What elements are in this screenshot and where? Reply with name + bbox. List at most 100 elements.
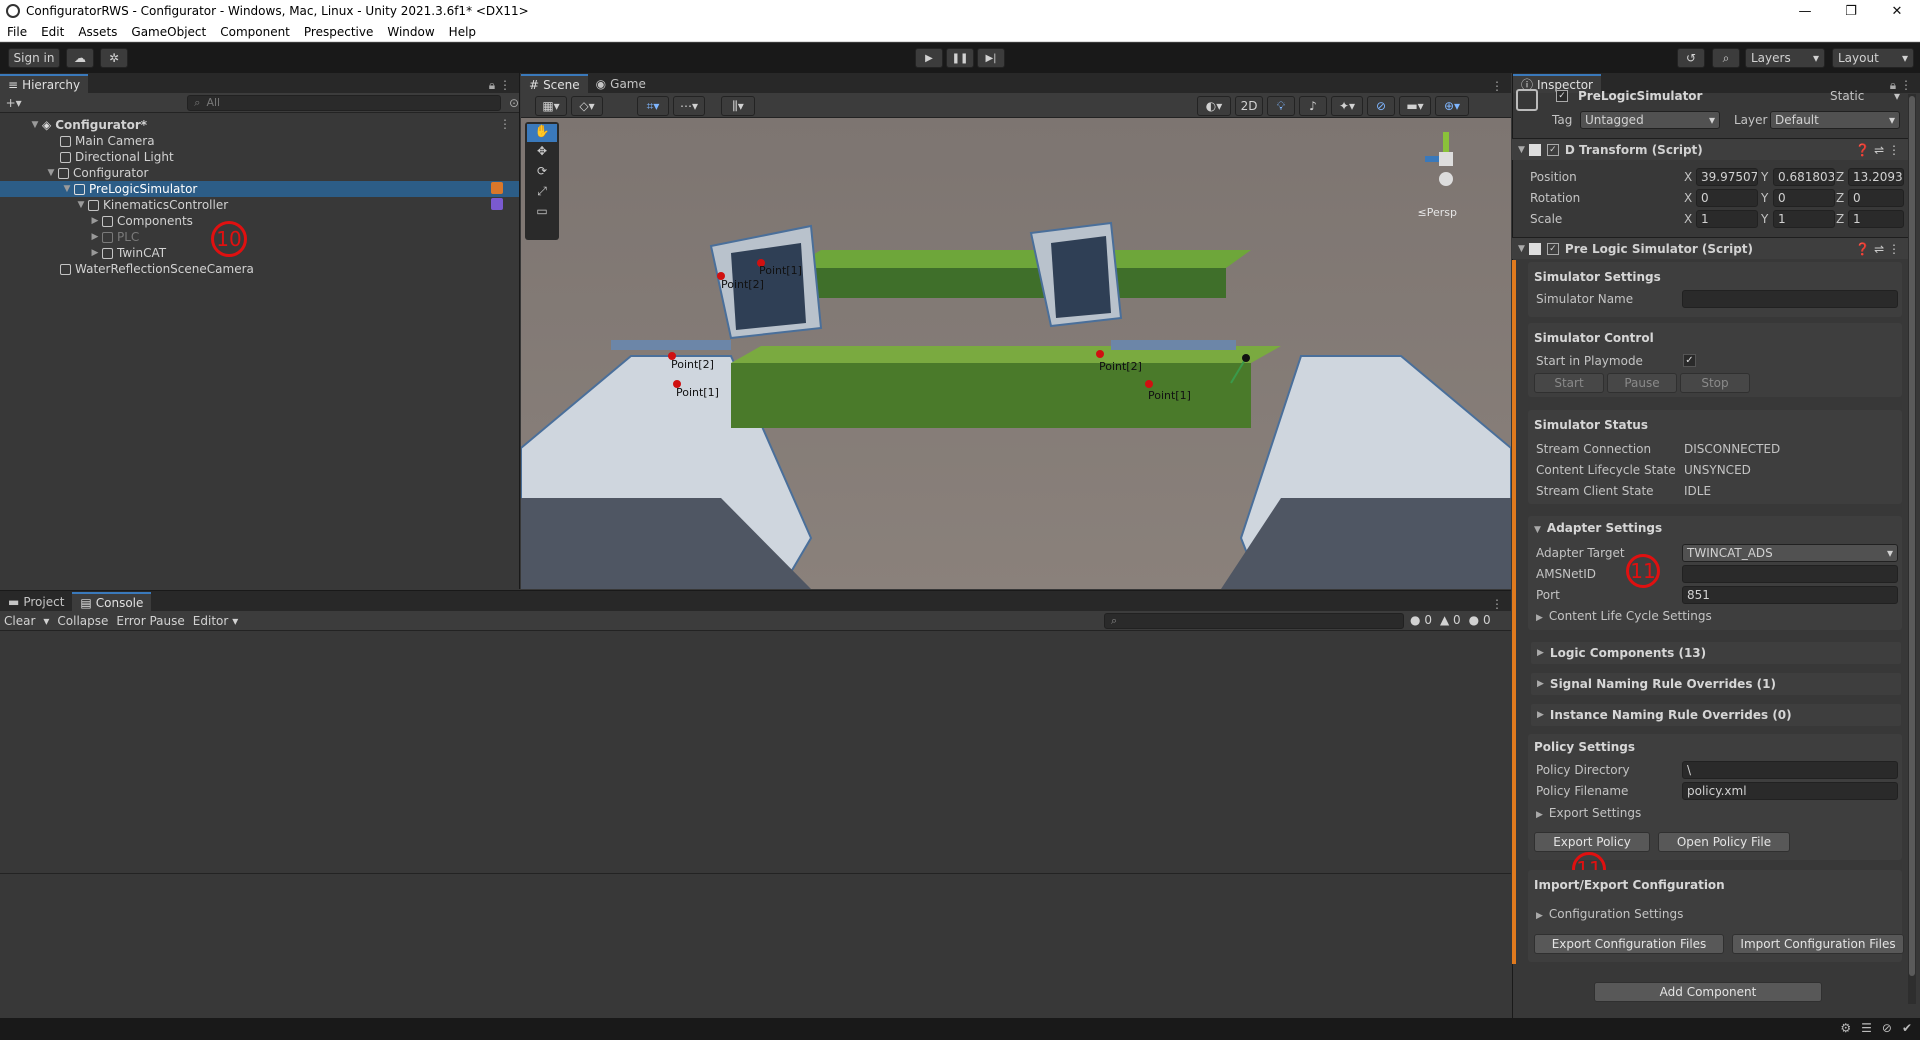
position-z-field[interactable]: 13.20934 [1848,168,1904,186]
scale-x-field[interactable]: 1 [1696,210,1758,228]
chevron-down-icon[interactable]: ▾ [232,614,238,628]
shading-icon[interactable]: ◇▾ [571,96,603,116]
scene-viewport[interactable]: Point[2] Point[1] Point[2] Point[1] Poin… [521,118,1511,589]
amsnetid-input[interactable] [1682,565,1898,583]
sign-in-button[interactable]: Sign in [8,48,60,68]
start-button[interactable]: Start [1534,373,1604,393]
warning-count-button[interactable]: ▲ 0 [1440,613,1461,627]
camera-settings-icon[interactable]: ▬▾ [1399,96,1431,116]
instance-naming-foldout[interactable]: ▶ Instance Naming Rule Overrides (0) [1531,704,1901,726]
component-menu-icon[interactable]: ❓ ⇌ ⋮ [1855,242,1900,256]
configuration-settings-foldout[interactable]: ▶ Configuration Settings [1536,907,1683,921]
inspector-scrollbar[interactable] [1908,94,1916,1004]
gizmos-icon[interactable]: ⊕▾ [1435,96,1469,116]
console-search-input[interactable]: ⌕ [1104,613,1404,629]
info-count-button[interactable]: ● 0 [1410,613,1432,627]
minimize-button[interactable]: — [1782,0,1828,22]
add-component-button[interactable]: Add Component [1594,982,1822,1002]
step-icon[interactable]: ▶| [977,48,1005,68]
adapter-settings-heading[interactable]: ▼ Adapter Settings [1534,521,1662,535]
tree-item-main-camera[interactable]: Main Camera [60,133,155,149]
more-options-icon[interactable]: ⋮ [499,117,511,131]
orientation-gizmo[interactable] [1411,124,1481,194]
debug-icon[interactable]: ⚙ [1840,1021,1851,1035]
tab-scene[interactable]: # Scene [521,74,588,93]
menu-file[interactable]: File [0,25,34,39]
grid-snap-icon[interactable]: ⌗▾ [637,96,669,116]
rotation-z-field[interactable]: 0 [1848,189,1904,207]
start-in-playmode-checkbox[interactable]: ✓ [1683,354,1696,367]
tab-console[interactable]: ▤ Console [72,592,152,611]
tree-item-water-camera[interactable]: WaterReflectionSceneCamera [60,261,254,277]
open-policy-file-button[interactable]: Open Policy File [1658,832,1790,852]
export-policy-button[interactable]: Export Policy [1534,832,1650,852]
tree-item-kinematics[interactable]: ▼ KinematicsController [76,197,229,213]
tree-item-directional-light[interactable]: Directional Light [60,149,174,165]
perspective-label[interactable]: ≤Persp [1418,206,1457,219]
editor-dropdown[interactable]: Editor [189,614,233,628]
simulator-header[interactable]: ▼ ✓ Pre Logic Simulator (Script) ❓ ⇌ ⋮ [1512,237,1908,259]
fold-open-icon[interactable]: ▼ [62,184,72,194]
fold-closed-icon[interactable]: ▶ [90,216,100,226]
draw-mode-icon[interactable]: ▦▾ [535,96,567,116]
console-divider[interactable] [0,873,1511,874]
tree-item-components[interactable]: ▶ Components [90,213,193,229]
enabled-checkbox[interactable]: ✓ [1546,242,1559,255]
scrollbar-thumb[interactable] [1909,96,1915,976]
align-icon[interactable]: ⫼▾ [721,96,755,116]
more-options-icon[interactable]: ⋮ [1491,79,1511,93]
point-marker[interactable] [1145,380,1153,388]
close-button[interactable]: ✕ [1874,0,1920,22]
content-lifecycle-settings-foldout[interactable]: ▶ Content Life Cycle Settings [1536,609,1712,623]
menu-help[interactable]: Help [442,25,483,39]
rect-tool-icon[interactable]: ▭ [527,204,557,222]
tab-hierarchy[interactable]: ≡ Hierarchy [0,74,89,93]
static-toggle[interactable]: Static [1830,89,1864,103]
audio-icon[interactable]: ♪ [1299,96,1327,116]
scale-y-field[interactable]: 1 [1773,210,1835,228]
menu-assets[interactable]: Assets [71,25,124,39]
error-count-button[interactable]: ● 0 [1469,613,1491,627]
fold-closed-icon[interactable]: ▶ [90,232,100,242]
clear-button[interactable]: Clear [0,614,39,628]
network-icon[interactable]: ⊘ [1882,1021,1892,1035]
point-marker[interactable] [1096,350,1104,358]
policy-directory-input[interactable]: \ [1682,761,1898,779]
layout-dropdown[interactable]: Layout ▾ [1832,48,1914,68]
stop-button[interactable]: Stop [1680,373,1750,393]
menu-gameobject[interactable]: GameObject [124,25,213,39]
simulator-name-input[interactable] [1682,290,1898,308]
position-y-field[interactable]: 0.681803 [1773,168,1835,186]
hand-tool-icon[interactable]: ✋ [527,124,557,142]
search-icon[interactable]: ⌕ [1712,48,1740,68]
position-x-field[interactable]: 39.97507 [1696,168,1758,186]
menu-edit[interactable]: Edit [34,25,71,39]
menu-component[interactable]: Component [213,25,297,39]
pause-button[interactable]: Pause [1607,373,1677,393]
tree-item-prelogicsimulator[interactable]: ▼ PreLogicSimulator [62,181,198,197]
menu-window[interactable]: Window [380,25,441,39]
policy-filename-input[interactable]: policy.xml [1682,782,1898,800]
tree-item-configurator[interactable]: ▼ Configurator [46,165,149,181]
history-icon[interactable]: ↺ [1677,48,1705,68]
fold-closed-icon[interactable]: ▶ [90,248,100,258]
play-icon[interactable]: ▶ [915,48,943,68]
fold-open-icon[interactable]: ▼ [30,120,40,130]
render-mode-icon[interactable]: ◐▾ [1197,96,1231,116]
logic-components-foldout[interactable]: ▶ Logic Components (13) [1531,642,1901,664]
transform-header[interactable]: ▼ ✓ D Transform (Script) ❓ ⇌ ⋮ [1512,138,1908,160]
scale-tool-icon[interactable]: ⤢ [527,184,557,202]
rotation-y-field[interactable]: 0 [1773,189,1835,207]
toggle-2d-button[interactable]: 2D [1235,96,1263,116]
hidden-objects-icon[interactable]: ⊘ [1367,96,1395,116]
hierarchy-search-input[interactable]: ⌕ All [187,94,501,111]
fold-open-icon[interactable]: ▼ [46,168,56,178]
import-configuration-button[interactable]: Import Configuration Files [1732,934,1904,954]
menu-prespective[interactable]: Prespective [297,25,380,39]
cloud-icon[interactable]: ☁ [66,48,94,68]
lock-icon[interactable]: 🔒︎ ⋮ [489,78,519,93]
rotation-x-field[interactable]: 0 [1696,189,1758,207]
cache-icon[interactable]: ☰ [1861,1021,1872,1035]
enabled-checkbox[interactable]: ✓ [1546,143,1559,156]
scene-render[interactable]: Point[2] Point[1] Point[2] Point[1] Poin… [521,118,1511,589]
